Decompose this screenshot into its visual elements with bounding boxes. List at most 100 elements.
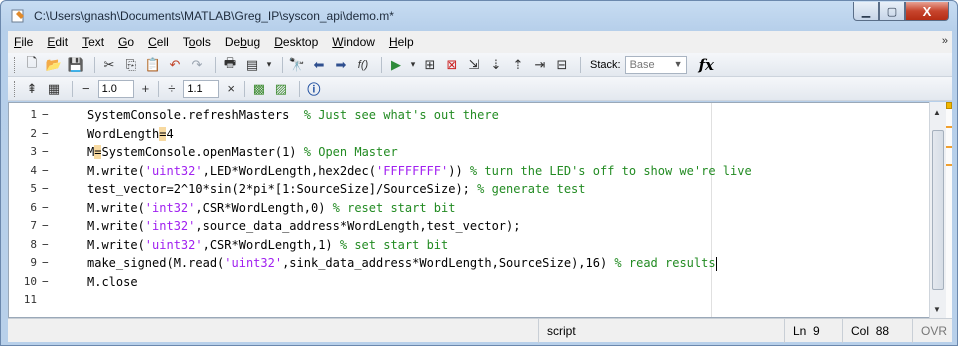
menu-edit[interactable]: Edit — [47, 35, 68, 49]
undo-icon[interactable]: ↶ — [166, 56, 184, 74]
warning-indicator-icon[interactable] — [946, 102, 952, 109]
executable-line-marker[interactable]: − — [42, 180, 49, 199]
executable-line-marker[interactable]: − — [42, 162, 49, 181]
scroll-down-icon[interactable]: ▼ — [933, 305, 941, 314]
warning-marker[interactable] — [946, 126, 952, 128]
run-icon[interactable]: ▶ — [387, 56, 405, 74]
menu-tools[interactable]: Tools — [183, 35, 211, 49]
warning-marker[interactable] — [946, 146, 952, 148]
print-selection-icon[interactable]: ▤ — [243, 56, 261, 74]
scrollbar-thumb[interactable] — [932, 130, 944, 290]
minimize-button[interactable]: ▁ — [853, 2, 879, 21]
code-text[interactable]: M.write('uint32',LED*WordLength,hex2dec(… — [87, 162, 752, 181]
continue-icon[interactable]: ⇥ — [531, 56, 549, 74]
fx-icon[interactable]: fx — [699, 56, 714, 74]
cut-icon[interactable]: ✂ — [100, 56, 118, 74]
multiply-button[interactable]: × — [227, 81, 235, 96]
clear-breakpoints-icon[interactable]: ⊠ — [443, 56, 461, 74]
code-text[interactable]: M.write('int32',CSR*WordLength,0) % rese… — [87, 199, 455, 218]
cell-mode-icon[interactable]: ▦ — [45, 80, 63, 98]
executable-line-marker[interactable]: − — [42, 236, 49, 255]
save-icon[interactable]: 💾 — [67, 56, 85, 74]
close-button[interactable]: X — [905, 2, 949, 21]
toolbar-grip[interactable] — [14, 56, 17, 73]
insert-cell-divider-icon[interactable]: ⇞ — [23, 80, 41, 98]
code-line[interactable]: 2− WordLength=4 — [9, 125, 929, 144]
executable-line-marker[interactable]: − — [42, 273, 49, 292]
menu-go[interactable]: Go — [118, 35, 134, 49]
code-line[interactable]: 4− M.write('uint32',LED*WordLength,hex2de… — [9, 162, 929, 181]
code-line[interactable]: 6− M.write('int32',CSR*WordLength,0) % re… — [9, 199, 929, 218]
code-text[interactable]: M=SystemConsole.openMaster(1) % Open Mas… — [87, 143, 398, 162]
dropdown-arrow-icon[interactable]: ▾ — [265, 56, 273, 74]
vertical-scrollbar[interactable]: ▲ ▼ — [929, 102, 946, 318]
decrement-value-input[interactable]: 1.0 — [97, 79, 134, 98]
matlab-editor-icon — [11, 9, 24, 23]
code-line[interactable]: 10− M.close — [9, 273, 929, 292]
executable-line-marker[interactable]: − — [42, 143, 49, 162]
executable-line-marker[interactable]: − — [42, 106, 49, 125]
window-title: C:\Users\gnash\Documents\MATLAB\Greg_IP\… — [34, 9, 394, 23]
code-text[interactable]: M.write('uint32',CSR*WordLength,1) % set… — [87, 236, 448, 255]
col-label: Col — [851, 324, 870, 338]
forward-arrow-icon[interactable]: ➡ — [332, 56, 350, 74]
exit-debug-icon[interactable]: ⊟ — [553, 56, 571, 74]
warning-marker[interactable] — [946, 164, 952, 166]
toolbar-grip[interactable] — [14, 80, 17, 97]
code-line[interactable]: 7− M.write('int32',source_data_address*Wo… — [9, 217, 929, 236]
menu-help[interactable]: Help — [389, 35, 414, 49]
copy-icon[interactable]: ⎘ — [122, 56, 140, 74]
new-file-icon[interactable]: 🗋 — [23, 55, 41, 74]
scroll-up-icon[interactable]: ▲ — [933, 108, 941, 117]
function-browser-icon[interactable]: f() — [354, 56, 372, 74]
executable-line-marker[interactable]: − — [42, 125, 49, 144]
info-icon[interactable]: ⓘ — [305, 80, 323, 98]
set-breakpoint-icon[interactable]: ⊞ — [421, 56, 439, 74]
decrement-button[interactable]: − — [82, 81, 90, 96]
toolbar-separator — [94, 56, 95, 73]
code-line[interactable]: 8− M.write('uint32',CSR*WordLength,1) % s… — [9, 236, 929, 255]
menu-window[interactable]: Window — [332, 35, 375, 49]
step-icon[interactable]: ⇲ — [465, 56, 483, 74]
code-text[interactable]: test_vector=2^10*sin(2*pi*[1:SourceSize]… — [87, 180, 586, 199]
menu-cell[interactable]: Cell — [148, 35, 169, 49]
menu-file[interactable]: File — [14, 35, 33, 49]
paste-icon[interactable]: 📋 — [144, 56, 162, 74]
executable-line-marker[interactable]: − — [42, 217, 49, 236]
code-line[interactable]: 9− make_signed(M.read('uint32',sink_data_… — [9, 254, 929, 273]
message-bar[interactable] — [946, 102, 952, 318]
open-folder-icon[interactable]: 📂 — [45, 56, 63, 74]
code-text[interactable]: M.write('int32',source_data_address*Word… — [87, 217, 520, 236]
menu-overflow-icon[interactable]: » — [942, 35, 948, 47]
code-line[interactable]: 1− SystemConsole.refreshMasters % Just se… — [9, 106, 929, 125]
increment-button[interactable]: + — [142, 81, 150, 96]
executable-line-marker[interactable]: − — [42, 199, 49, 218]
code-text[interactable]: WordLength=4 — [87, 125, 174, 144]
redo-icon[interactable]: ↷ — [188, 56, 206, 74]
status-overwrite: OVR — [912, 319, 952, 343]
menu-desktop[interactable]: Desktop — [274, 35, 318, 49]
divide-value-input[interactable]: 1.1 — [183, 79, 220, 98]
evaluate-cell-icon[interactable]: ▩ — [250, 80, 268, 98]
step-in-icon[interactable]: ⇣ — [487, 56, 505, 74]
code-text[interactable]: SystemConsole.refreshMasters % Just see … — [87, 106, 499, 125]
code-text[interactable]: M.close — [87, 273, 138, 292]
code-line[interactable]: 11 — [9, 291, 929, 310]
step-out-icon[interactable]: ⇡ — [509, 56, 527, 74]
title-bar[interactable]: C:\Users\gnash\Documents\MATLAB\Greg_IP\… — [1, 1, 957, 31]
dropdown-arrow-icon[interactable]: ▾ — [409, 56, 417, 74]
code-editor[interactable]: 1− SystemConsole.refreshMasters % Just se… — [8, 102, 952, 318]
menu-text[interactable]: Text — [82, 35, 104, 49]
evaluate-cell-advance-icon[interactable]: ▨ — [272, 80, 290, 98]
stack-select[interactable]: Base ▼ — [624, 55, 687, 74]
executable-line-marker[interactable]: − — [42, 254, 49, 273]
code-text[interactable]: make_signed(M.read('uint32',sink_data_ad… — [87, 254, 717, 273]
maximize-button[interactable]: ▢ — [879, 2, 905, 21]
code-line[interactable]: 5− test_vector=2^10*sin(2*pi*[1:SourceSiz… — [9, 180, 929, 199]
print-icon[interactable]: 🖶 — [221, 55, 239, 74]
back-arrow-icon[interactable]: ⬅ — [310, 56, 328, 74]
divide-button[interactable]: ÷ — [168, 81, 175, 96]
menu-debug[interactable]: Debug — [225, 35, 260, 49]
find-icon[interactable]: 🔭 — [288, 56, 306, 74]
code-line[interactable]: 3− M=SystemConsole.openMaster(1) % Open M… — [9, 143, 929, 162]
